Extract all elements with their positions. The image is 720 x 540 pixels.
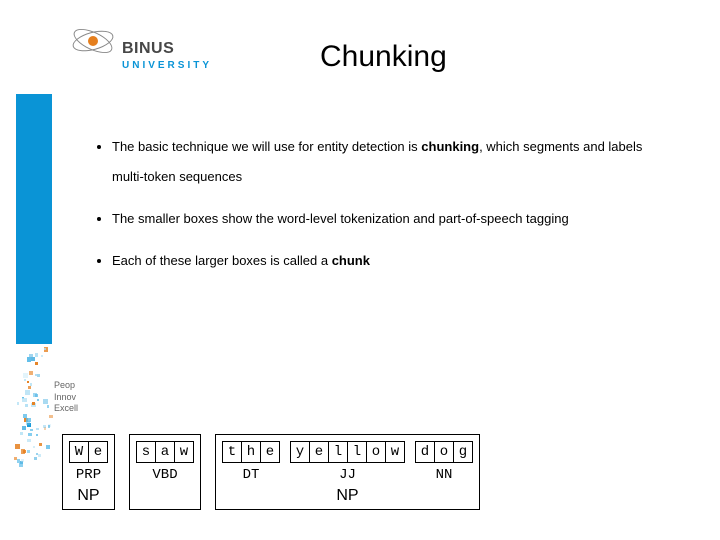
chunk-label: NP — [336, 487, 358, 505]
chunk-label: NP — [77, 487, 99, 505]
letter-boxes: saw — [136, 441, 194, 463]
letter-boxes: yellow — [290, 441, 405, 463]
word-box: dog NN — [415, 441, 473, 483]
side-cropped-text: Peop Innov Excell — [54, 380, 78, 415]
chunking-diagram: WePRPNPsawVBDNPtheDTyellowJJdogNNNP — [62, 434, 480, 510]
logo-icon — [70, 18, 114, 62]
slide-title: Chunking — [320, 40, 447, 74]
chunk-box: We PRP NP — [62, 434, 115, 510]
pos-tag: VBD — [152, 467, 177, 483]
letter-boxes: We — [69, 441, 108, 463]
word-box: We PRP — [69, 441, 108, 483]
letter-boxes: dog — [415, 441, 473, 463]
bullet-3: Each of these larger boxes is called a c… — [112, 246, 670, 276]
pos-tag: DT — [243, 467, 260, 483]
logo-name: BINUS — [122, 40, 212, 58]
pixel-splash-decoration — [16, 344, 52, 474]
side-accent-bar — [16, 94, 52, 344]
bullet-list: The basic technique we will use for enti… — [90, 132, 670, 288]
letter-boxes: the — [222, 441, 280, 463]
pos-tag: PRP — [76, 467, 101, 483]
pos-tag: NN — [436, 467, 453, 483]
chunk-box: the DT yellow JJ dog NN NP — [215, 434, 480, 510]
bullet-2: The smaller boxes show the word-level to… — [112, 204, 670, 234]
slide: BINUS UNIVERSITY Chunking The basic tech… — [0, 0, 720, 540]
word-box: saw VBD — [136, 441, 194, 483]
logo-subtitle: UNIVERSITY — [122, 60, 212, 71]
bullet-1: The basic technique we will use for enti… — [112, 132, 670, 192]
logo-text-block: BINUS UNIVERSITY — [122, 40, 212, 71]
chunk-box: sawVBDNP — [129, 434, 201, 510]
pos-tag: JJ — [339, 467, 356, 483]
word-box: the DT — [222, 441, 280, 483]
word-box: yellow JJ — [290, 441, 405, 483]
